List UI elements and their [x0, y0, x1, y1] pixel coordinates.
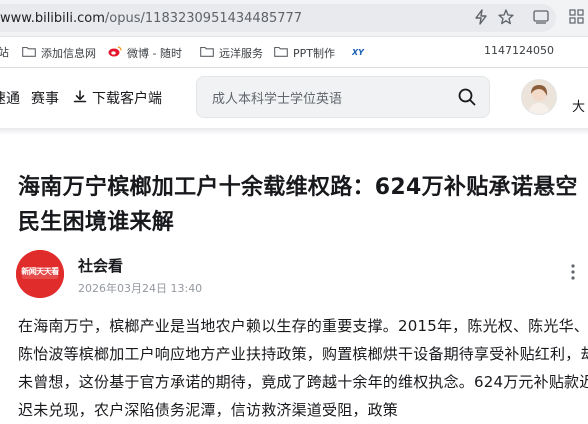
- nav-item-events[interactable]: 赛事: [31, 88, 59, 108]
- download-label: 下载客户端: [92, 91, 162, 107]
- folder-icon: [200, 46, 214, 57]
- lightning-icon[interactable]: [472, 8, 490, 26]
- author-name[interactable]: 社会看: [78, 255, 123, 276]
- bookmark-number[interactable]: 1147124050: [484, 44, 554, 60]
- folder-icon: [22, 46, 36, 57]
- article-title: 海南万宁槟榔加工户十余载维权路：624万补贴承诺悬空 民生困境谁来解: [18, 175, 578, 235]
- search-box[interactable]: 成人本科学士学位英语: [196, 76, 490, 118]
- nav-item-partial[interactable]: 速通: [0, 88, 20, 108]
- weibo-icon: [108, 46, 122, 57]
- search-icon[interactable]: [457, 87, 477, 107]
- avatar-image: [522, 80, 556, 114]
- search-input[interactable]: 成人本科学士学位英语: [212, 88, 342, 107]
- svg-text:XY: XY: [352, 48, 365, 57]
- author-logo-text: 新闻天天看: [21, 267, 59, 276]
- browser-toolbar: www.bilibili.com/opus/118323095143448577…: [0, 0, 588, 37]
- article-body: 在海南万宁，槟榔产业是当地农户赖以生存的重要支撑。2015年，陈光权、陈光华、陈…: [18, 317, 588, 419]
- more-options-icon[interactable]: [566, 262, 580, 282]
- bookmark-partial[interactable]: 站: [0, 44, 9, 60]
- folder-icon: [274, 46, 288, 57]
- bookmarks-bar: 站 添加信息网 微博 - 随时 远洋服务 PPT制作 XY 1147124050: [0, 37, 588, 68]
- xy-logo-icon: XY: [352, 48, 365, 57]
- header-right-partial[interactable]: 大: [572, 96, 585, 115]
- grid-icon[interactable]: [568, 8, 586, 26]
- site-header: 速通 赛事 下载客户端 成人本科学士学位英语 大: [0, 68, 588, 128]
- url-host: www.bilibili.com: [0, 11, 105, 26]
- url-text[interactable]: www.bilibili.com/opus/118323095143448577…: [0, 11, 302, 26]
- user-avatar[interactable]: [521, 79, 557, 115]
- download-icon: [73, 90, 87, 103]
- bookmark-label: PPT制作: [293, 47, 335, 60]
- bookmark-label: 微博 - 随时: [127, 47, 182, 60]
- star-icon[interactable]: [497, 8, 515, 26]
- url-path: /opus/1183230951434485777: [104, 11, 303, 26]
- author-avatar[interactable]: 新闻天天看: [16, 250, 64, 298]
- bookmark-label: 远洋服务: [219, 47, 263, 60]
- cast-icon[interactable]: [532, 8, 550, 26]
- publish-time: 2026年03月24日 13:40: [78, 282, 203, 295]
- header-divider: [0, 128, 588, 135]
- bookmark-label: 添加信息网: [41, 47, 96, 60]
